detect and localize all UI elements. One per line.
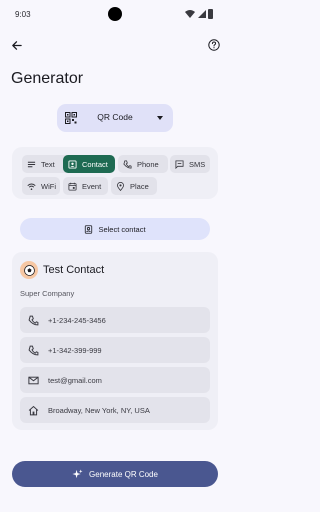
home-icon [28,405,39,415]
place-icon [117,181,124,191]
back-button[interactable] [8,37,24,53]
select-contact-button[interactable]: Select contact [20,218,210,240]
generate-button-label: Generate QR Code [89,469,158,479]
signal-icon [198,10,206,18]
phone-icon [123,159,132,169]
generate-qr-button[interactable]: Generate QR Code [12,461,218,487]
contact-company: Super Company [20,289,75,298]
sparkle-icon [72,468,83,478]
code-type-label: QR Code [97,112,133,122]
phone-field-2[interactable]: +1-342-399-999 [20,337,210,363]
phone-icon [28,345,39,355]
phone-2-value: +1-342-399-999 [48,345,102,355]
chip-text-label: Text [41,159,55,169]
battery-icon [208,9,213,19]
contact-name: Test Contact [43,264,105,276]
chip-wifi-label: WiFi [41,181,56,191]
help-icon [208,39,220,51]
text-icon [27,161,36,167]
chip-sms[interactable]: SMS [170,155,210,173]
top-app-bar [0,34,230,58]
code-type-dropdown[interactable]: QR Code [57,104,173,132]
arrow-back-icon [11,40,22,50]
wifi-status-icon [185,10,195,18]
status-time: 9:03 [15,10,31,19]
address-field[interactable]: Broadway, New York, NY, USA [20,397,210,423]
phone-1-value: +1-234-245-3456 [48,315,106,325]
content-type-selector: Text Contact Phone SMS WiFi Event Place [12,147,218,199]
contact-card: Test Contact Super Company +1-234-245-34… [12,252,218,430]
address-value: Broadway, New York, NY, USA [48,405,150,415]
chip-place-label: Place [130,181,149,191]
wifi-icon [27,183,36,190]
contact-book-icon [85,224,93,234]
email-icon [28,376,39,384]
soccer-ball-icon [23,264,35,276]
camera-cutout [108,7,122,21]
contact-card-icon [68,159,77,169]
help-button[interactable] [206,37,222,53]
email-field[interactable]: test@gmail.com [20,367,210,393]
chip-event-label: Event [82,181,102,191]
chip-phone[interactable]: Phone [118,155,168,173]
email-value: test@gmail.com [48,375,102,385]
phone-field-1[interactable]: +1-234-245-3456 [20,307,210,333]
select-contact-label: Select contact [98,224,146,234]
chip-sms-label: SMS [189,159,206,169]
event-icon [68,182,77,191]
chip-phone-label: Phone [137,159,159,169]
phone-icon [28,315,39,325]
chip-event[interactable]: Event [63,177,108,195]
chip-contact-label: Contact [82,159,108,169]
sms-icon [175,159,184,169]
page-title: Generator [11,70,84,87]
chip-place[interactable]: Place [111,177,157,195]
avatar [20,261,38,279]
status-bar: 9:03 [0,0,230,30]
dropdown-caret-icon [157,116,163,120]
chip-contact[interactable]: Contact [63,155,115,173]
chip-wifi[interactable]: WiFi [22,177,60,195]
